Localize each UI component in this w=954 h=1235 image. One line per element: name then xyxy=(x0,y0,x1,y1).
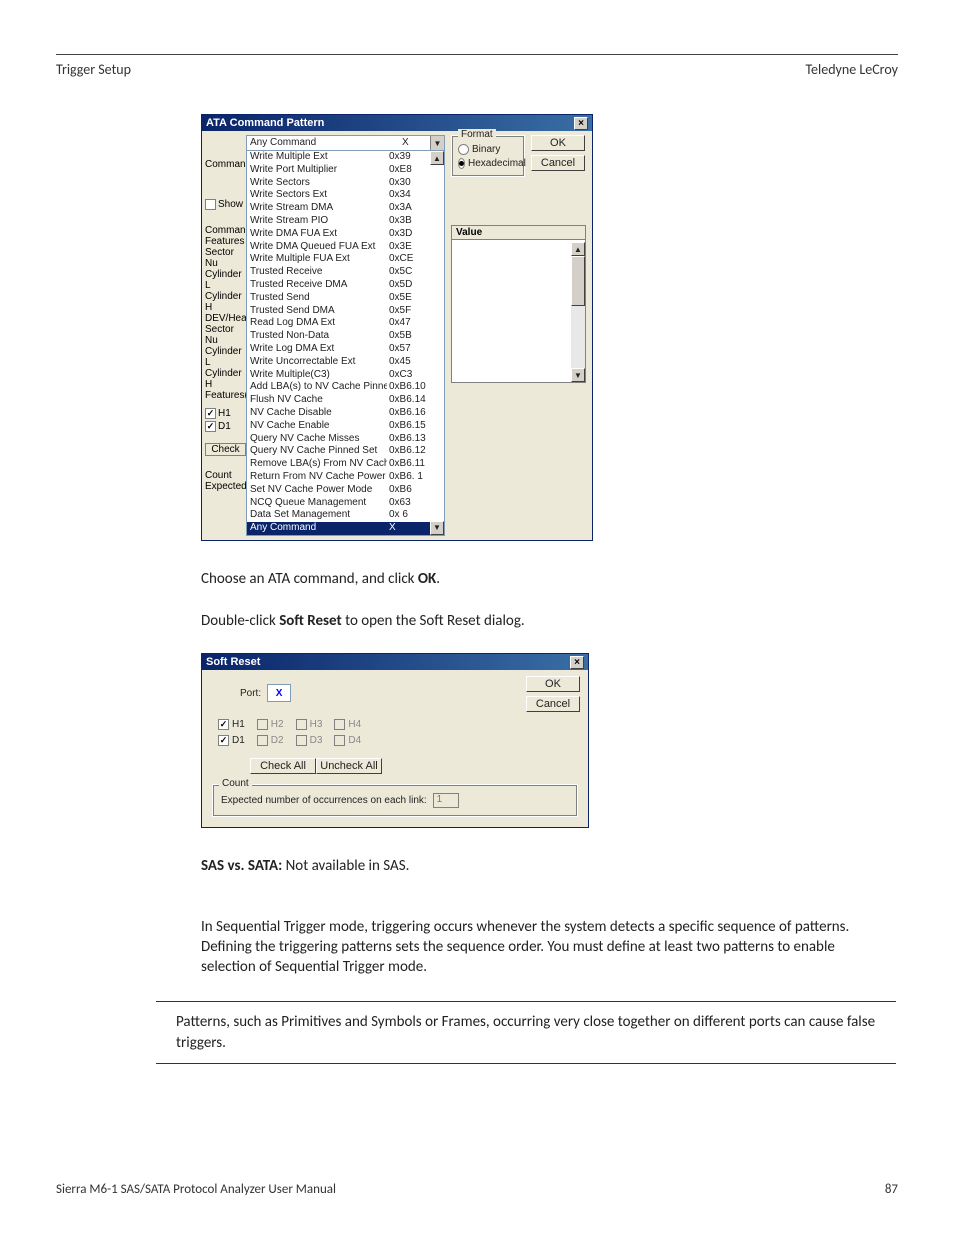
ok-button[interactable]: OK xyxy=(531,135,585,151)
value-list[interactable]: Value ▲ ▼ xyxy=(451,225,586,383)
list-item[interactable]: Write Uncorrectable Ext0x45 xyxy=(247,356,444,369)
check-button[interactable]: Check xyxy=(205,443,246,456)
list-item[interactable]: NCQ Queue Management0x63 xyxy=(247,497,444,510)
format-legend: Format xyxy=(458,129,496,140)
list-item[interactable]: Remove LBA(s) From NV Cache Pinned S0xB6… xyxy=(247,458,444,471)
scroll-down-icon[interactable]: ▼ xyxy=(571,368,585,382)
command-column: Any Command X ▼ ▲ ▼ Write Multiple Ext0x… xyxy=(246,131,445,536)
scroll-up-icon[interactable]: ▲ xyxy=(571,242,585,256)
sas-note: SAS vs. SATA: Not available in SAS. xyxy=(201,856,881,876)
page-header: Trigger Setup Teledyne LeCroy xyxy=(56,61,898,78)
port-checkbox[interactable] xyxy=(218,719,229,730)
port-checkbox xyxy=(296,735,307,746)
dialog-title: Soft Reset xyxy=(206,656,260,668)
command-listbox[interactable]: ▲ ▼ Write Multiple Ext0x39Write Port Mul… xyxy=(246,151,445,536)
port-checkbox[interactable] xyxy=(218,735,229,746)
right-column: OK Cancel Format Binary Hexadecimal Valu… xyxy=(445,131,590,536)
port-label: Port: xyxy=(240,688,261,699)
list-item-selected[interactable]: Any CommandX xyxy=(247,522,444,535)
close-icon[interactable]: × xyxy=(574,117,588,130)
command-label: Command: xyxy=(205,159,246,170)
ok-button[interactable]: OK xyxy=(526,676,580,692)
list-item[interactable]: Write DMA Queued FUA Ext0x3E xyxy=(247,241,444,254)
scroll-up-icon[interactable]: ▲ xyxy=(430,151,444,165)
list-item[interactable]: Write Sectors Ext0x34 xyxy=(247,189,444,202)
dialog-title: ATA Command Pattern xyxy=(206,117,324,129)
list-item[interactable]: Write Multiple FUA Ext0xCE xyxy=(247,253,444,266)
list-item[interactable]: Write Multiple(C3)0xC3 xyxy=(247,369,444,382)
list-item[interactable]: Set NV Cache Power Mode0xB6 xyxy=(247,484,444,497)
list-item[interactable]: Write Multiple Ext0x39 xyxy=(247,151,444,164)
value-header: Value xyxy=(452,226,585,240)
list-item[interactable]: Trusted Non-Data0x5B xyxy=(247,330,444,343)
left-label-column: Command: Show Command Features Sector Nu… xyxy=(202,131,246,536)
count-input[interactable]: 1 xyxy=(433,793,459,808)
list-item[interactable]: Write Stream DMA0x3A xyxy=(247,202,444,215)
list-item[interactable]: Write Sectors0x30 xyxy=(247,177,444,190)
header-left: Trigger Setup xyxy=(56,61,131,78)
list-item[interactable]: Trusted Send DMA0x5F xyxy=(247,305,444,318)
cancel-button[interactable]: Cancel xyxy=(531,155,585,171)
page-footer: Sierra M6-1 SAS/SATA Protocol Analyzer U… xyxy=(56,1182,898,1197)
check-all-button[interactable]: Check All xyxy=(250,758,316,774)
list-item[interactable]: Trusted Receive DMA0x5D xyxy=(247,279,444,292)
cancel-button[interactable]: Cancel xyxy=(526,696,580,712)
list-item[interactable]: Flush NV Cache0xB6.14 xyxy=(247,394,444,407)
soft-reset-dialog: Soft Reset × OK Cancel Port: X H1H2H3H4D… xyxy=(201,653,589,828)
d1-checkbox[interactable] xyxy=(205,421,216,432)
hex-radio[interactable] xyxy=(458,158,465,169)
list-item[interactable]: NV Cache Enable0xB6.15 xyxy=(247,420,444,433)
chevron-down-icon[interactable]: ▼ xyxy=(430,136,444,150)
scroll-down-icon[interactable]: ▼ xyxy=(430,521,444,535)
uncheck-all-button[interactable]: Uncheck All xyxy=(316,758,382,774)
port-checkbox xyxy=(334,719,345,730)
sequential-trigger-text: In Sequential Trigger mode, triggering o… xyxy=(201,917,881,978)
list-item[interactable]: Write Stream PIO0x3B xyxy=(247,215,444,228)
h1-checkbox[interactable] xyxy=(205,408,216,419)
binary-radio[interactable] xyxy=(458,144,469,155)
close-icon[interactable]: × xyxy=(570,656,584,669)
instruction-2: Double-click Soft Reset to open the Soft… xyxy=(201,611,881,631)
port-checkbox xyxy=(296,719,307,730)
list-item[interactable]: Query NV Cache Misses0xB6.13 xyxy=(247,433,444,446)
list-item[interactable]: Write Log DMA Ext0x57 xyxy=(247,343,444,356)
scrollbar[interactable]: ▲ ▼ xyxy=(571,242,585,382)
port-input[interactable]: X xyxy=(267,684,291,702)
titlebar: Soft Reset × xyxy=(202,654,588,670)
list-item[interactable]: Trusted Send0x5E xyxy=(247,292,444,305)
list-item[interactable]: Return From NV Cache Power Mode0xB6. 1 xyxy=(247,471,444,484)
note-box: Patterns, such as Primitives and Symbols… xyxy=(156,1001,896,1064)
list-item[interactable]: NV Cache Disable0xB6.16 xyxy=(247,407,444,420)
count-legend: Count xyxy=(219,778,252,789)
port-checkbox xyxy=(334,735,345,746)
instruction-1: Choose an ATA command, and click OK. xyxy=(201,569,881,589)
port-checkbox xyxy=(257,735,268,746)
combo-code: X xyxy=(400,136,430,150)
header-right: Teledyne LeCroy xyxy=(805,61,898,78)
ata-command-pattern-dialog: ATA Command Pattern × Command: Show Comm… xyxy=(201,114,593,541)
footer-right: 87 xyxy=(885,1182,898,1197)
list-item[interactable]: Add LBA(s) to NV Cache Pinned Set0xB6.10 xyxy=(247,381,444,394)
count-label: Expected number of occurrences on each l… xyxy=(221,795,427,806)
list-item[interactable]: Trusted Receive0x5C xyxy=(247,266,444,279)
titlebar: ATA Command Pattern × xyxy=(202,115,592,131)
port-checkbox xyxy=(257,719,268,730)
list-item[interactable]: Read Log DMA Ext0x47 xyxy=(247,317,444,330)
footer-left: Sierra M6-1 SAS/SATA Protocol Analyzer U… xyxy=(56,1182,336,1197)
list-item[interactable]: Write DMA FUA Ext0x3D xyxy=(247,228,444,241)
combo-text: Any Command xyxy=(247,136,400,150)
list-item[interactable]: Write Port Multiplier0xE8 xyxy=(247,164,444,177)
count-fieldset: Count Expected number of occurrences on … xyxy=(212,784,578,817)
list-item[interactable]: Data Set Management0x 6 xyxy=(247,509,444,522)
show-checkbox[interactable] xyxy=(205,199,216,210)
scroll-thumb[interactable] xyxy=(571,256,585,306)
port-checkbox-grid: H1H2H3H4D1D2D3D4 xyxy=(218,716,580,748)
list-item[interactable]: Query NV Cache Pinned Set0xB6.12 xyxy=(247,445,444,458)
command-combo[interactable]: Any Command X ▼ xyxy=(246,135,445,151)
